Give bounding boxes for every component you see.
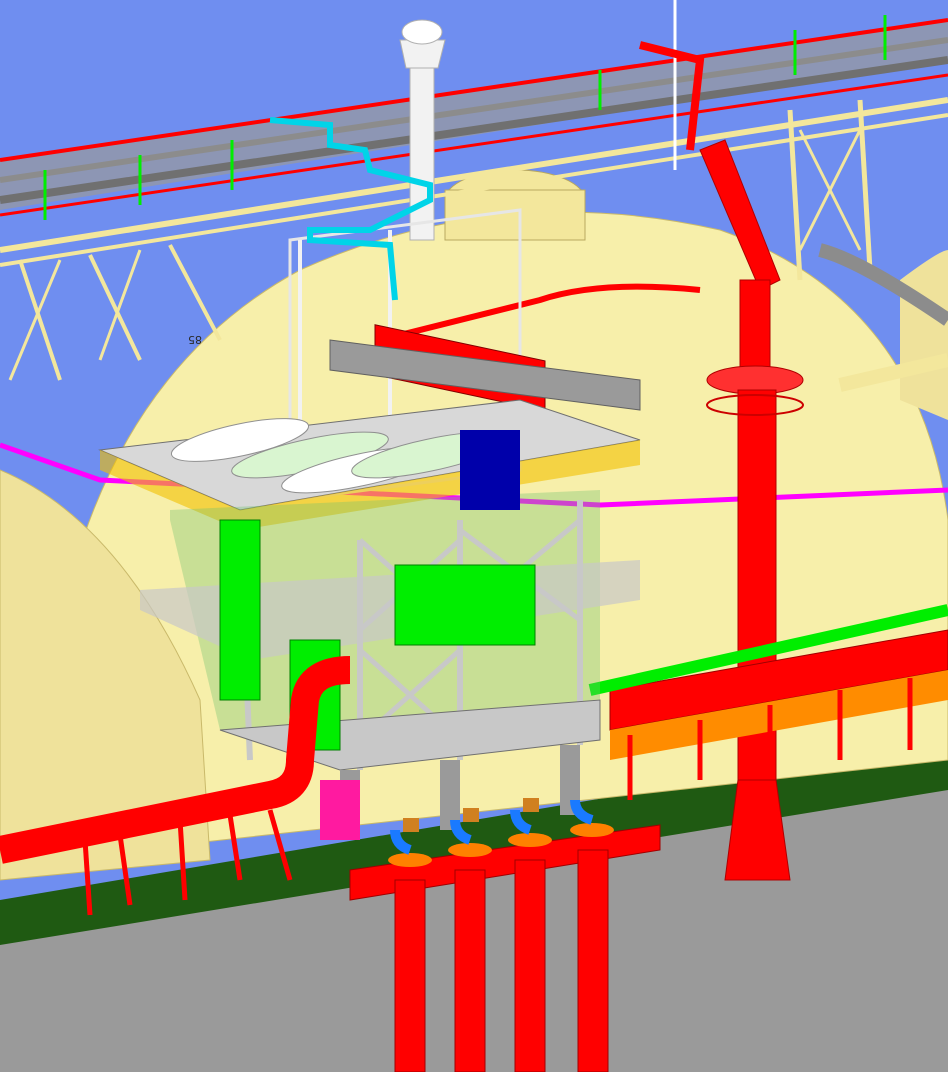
elevation-label: 85: [188, 333, 202, 346]
plant-3d-scene: 85: [0, 0, 948, 1072]
storage-tank-right: [900, 250, 948, 420]
tank-top-cylinder: [444, 189, 586, 241]
